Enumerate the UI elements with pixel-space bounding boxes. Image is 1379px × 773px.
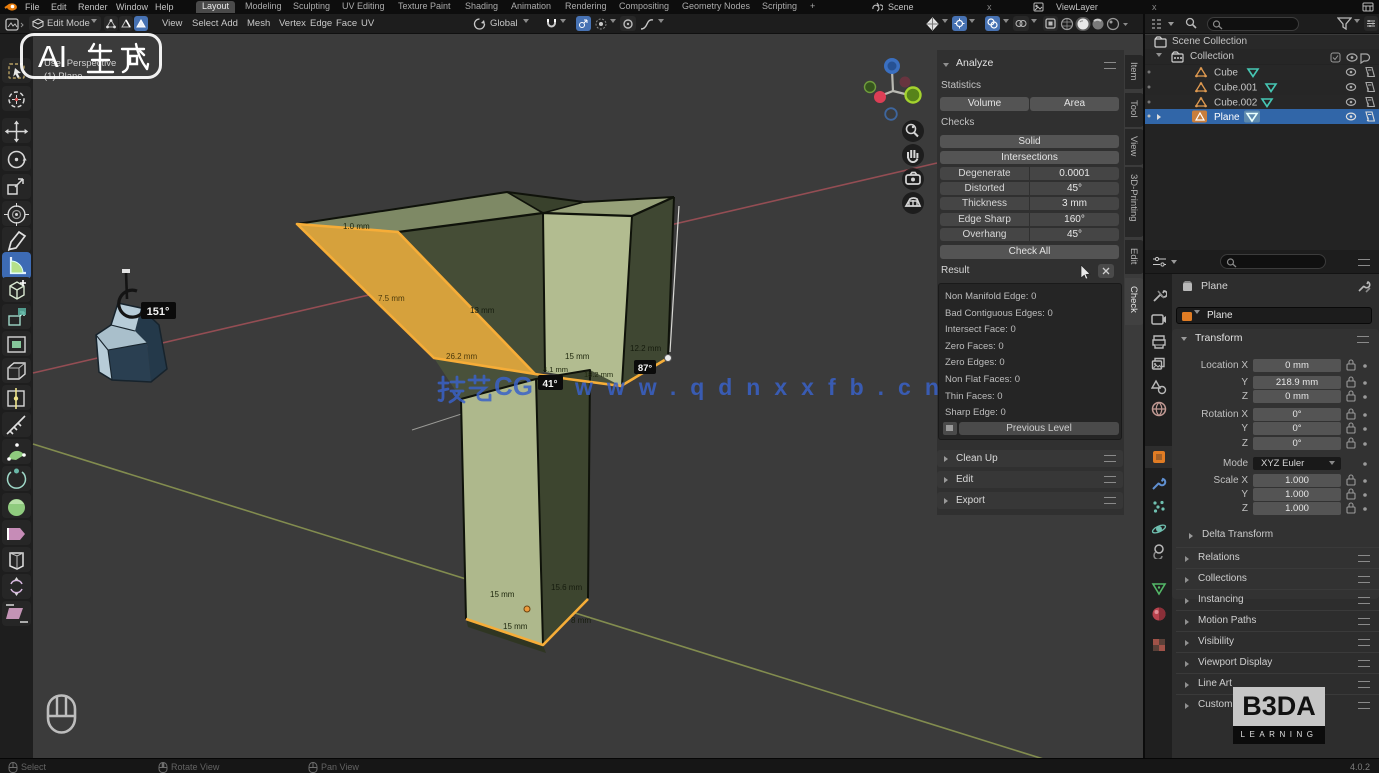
svg-text:15.6 mm: 15.6 mm	[551, 583, 582, 592]
svg-text:15 mm: 15 mm	[565, 352, 590, 361]
svg-text:Cube: Cube	[1214, 68, 1238, 79]
svg-text:Cube.001: Cube.001	[1214, 83, 1258, 94]
svg-text:12.2 mm: 12.2 mm	[630, 344, 661, 353]
svg-text:8 mm: 8 mm	[571, 616, 591, 625]
svg-text:7.5 mm: 7.5 mm	[378, 294, 405, 303]
svg-text:1.0 mm: 1.0 mm	[343, 222, 370, 231]
svg-text:15 mm: 15 mm	[490, 590, 515, 599]
svg-text:Cube.002: Cube.002	[1214, 98, 1258, 109]
svg-text:13 mm: 13 mm	[470, 306, 495, 315]
svg-text:Plane: Plane	[1214, 112, 1240, 123]
svg-text:26.2 mm: 26.2 mm	[446, 352, 477, 361]
svg-text:15 mm: 15 mm	[503, 622, 528, 631]
svg-text:151°: 151°	[147, 306, 170, 318]
